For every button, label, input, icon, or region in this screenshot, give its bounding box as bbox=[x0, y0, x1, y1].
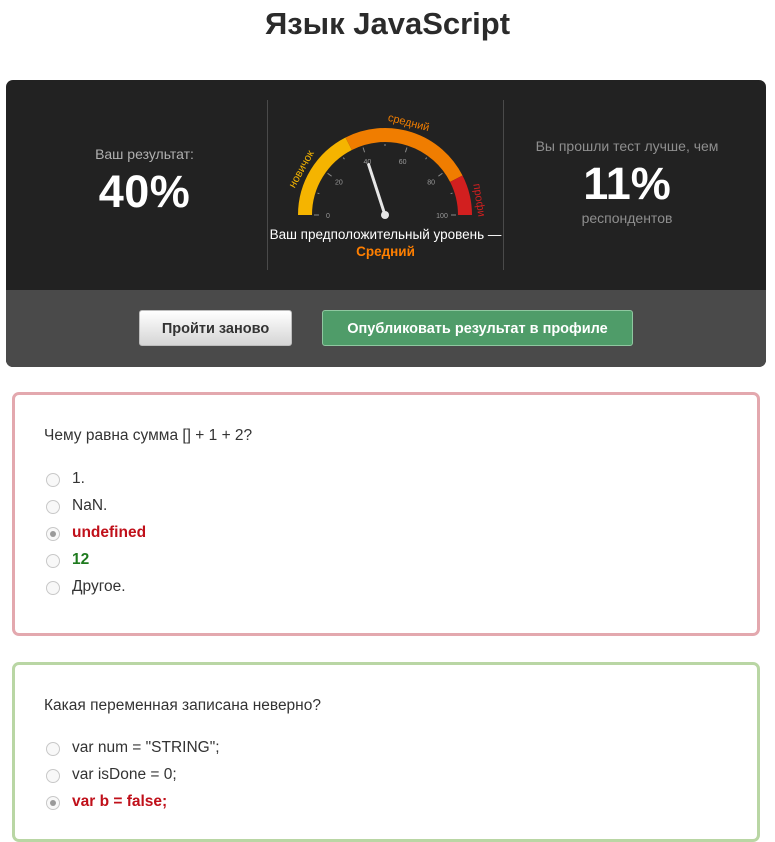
answer-label: 12 bbox=[72, 551, 90, 568]
page-title: Язык JavaScript bbox=[264, 6, 511, 41]
gauge-tick bbox=[404, 147, 408, 153]
level-text: Ваш предположительный уровень — Средний bbox=[268, 226, 503, 260]
answer-label: NaN. bbox=[72, 497, 108, 514]
answer-label: Другое. bbox=[72, 578, 126, 595]
radio-button[interactable] bbox=[46, 554, 60, 568]
gauge-tick bbox=[450, 192, 453, 195]
gauge-tick bbox=[317, 192, 320, 195]
level-value: Средний bbox=[356, 244, 415, 259]
stats-row: Ваш результат: 40% 0 20 40 60 80 100 новичок с… bbox=[6, 80, 766, 290]
gauge-tick-label: 100 bbox=[436, 213, 448, 220]
radio-button[interactable] bbox=[46, 527, 60, 541]
answer-label: var isDone = 0; bbox=[72, 766, 177, 783]
question-text: Чему равна сумма [] + 1 + 2? bbox=[44, 427, 253, 444]
gauge-tick bbox=[342, 157, 345, 160]
score-value: 40% bbox=[98, 166, 191, 217]
gauge-zone-arc bbox=[345, 128, 463, 183]
publish-button[interactable]: Опубликовать результат в профиле bbox=[322, 310, 633, 346]
radio-button[interactable] bbox=[46, 473, 60, 487]
gauge-needle bbox=[367, 163, 387, 217]
gauge-tick bbox=[425, 157, 428, 160]
percentile-label: Вы прошли тест лучше, чем bbox=[535, 138, 719, 154]
score-label: Ваш результат: bbox=[95, 146, 194, 162]
gauge-tick-label: 20 bbox=[335, 179, 343, 186]
gauge-svg: 02040 6080100 новичоксреднийпрофи bbox=[287, 112, 488, 220]
percentile-block: Вы прошли тест лучше, чем 11% респондент… bbox=[504, 138, 750, 226]
radio-button[interactable] bbox=[46, 581, 60, 595]
gauge-tick bbox=[438, 172, 443, 177]
answer-label: undefined bbox=[72, 524, 147, 541]
gauge-zone-label: профи bbox=[470, 183, 487, 218]
radio-button[interactable] bbox=[46, 742, 60, 756]
question-card-2: Какая переменная записана неверно? var n… bbox=[12, 662, 760, 842]
level-gauge: 0 20 40 60 80 100 новичок средний профи Ваш пре… bbox=[268, 90, 503, 290]
answer-label: 1. bbox=[72, 470, 85, 487]
gauge-tick-label: 80 bbox=[427, 179, 435, 186]
gauge-needle-hub bbox=[381, 211, 389, 219]
percentile-value: 11% bbox=[583, 158, 671, 209]
retry-button[interactable]: Пройти заново bbox=[139, 310, 292, 346]
percentile-sub: респондентов bbox=[581, 210, 673, 226]
actions-bar: Пройти заново Опубликовать результат в п… bbox=[6, 290, 766, 367]
radio-button[interactable] bbox=[46, 769, 60, 783]
score-block: Ваш результат: 40% bbox=[6, 146, 283, 218]
question-text: Какая переменная записана неверно? bbox=[44, 697, 321, 714]
answer-label: var b = false; bbox=[72, 793, 168, 810]
gauge-tick-label: 60 bbox=[399, 159, 407, 166]
gauge-tick-label: 0 bbox=[326, 213, 330, 220]
result-panel: Ваш результат: 40% 0 20 40 60 80 100 новичок с… bbox=[6, 80, 766, 367]
answer-label: var num = "STRING"; bbox=[72, 739, 220, 756]
level-prefix: Ваш предположительный уровень — bbox=[269, 227, 502, 242]
gauge-tick bbox=[362, 147, 366, 153]
question-card-1: Чему равна сумма [] + 1 + 2? 1. NaN. und… bbox=[12, 392, 760, 636]
gauge-tick bbox=[327, 172, 332, 177]
gauge-zone-arc bbox=[449, 175, 472, 216]
radio-button[interactable] bbox=[46, 796, 60, 810]
radio-button[interactable] bbox=[46, 500, 60, 514]
